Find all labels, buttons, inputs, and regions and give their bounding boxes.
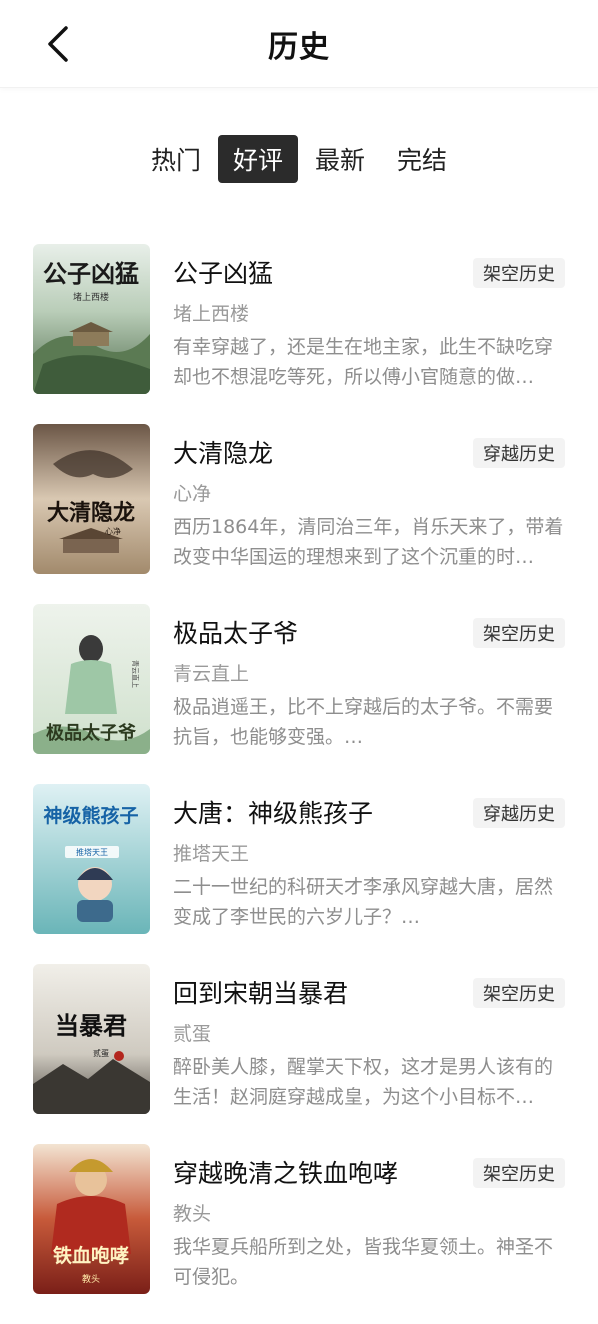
book-cover[interactable]: 当暴君 贰蛋 bbox=[33, 964, 150, 1114]
book-title[interactable]: 极品太子爷 bbox=[173, 614, 298, 650]
cover-author: 堵上西楼 bbox=[73, 291, 109, 303]
book-description: 我华夏兵船所到之处，皆我华夏领土。神圣不可侵犯。 bbox=[173, 1236, 554, 1288]
cover-title: 铁血咆哮 bbox=[53, 1244, 129, 1267]
book-description: 醉卧美人膝，醒掌天下权，这才是男人该有的生活！赵洞庭穿越成皇，为这个小目标不… bbox=[173, 1056, 554, 1108]
tab-hot[interactable]: 热门 bbox=[136, 135, 216, 183]
cover-title: 大清隐龙 bbox=[47, 500, 135, 526]
category-tag: 架空历史 bbox=[473, 258, 565, 288]
category-tag: 穿越历史 bbox=[473, 798, 565, 828]
book-item-chuanyue[interactable]: 铁血咆哮 教头 穿越晚清之铁血咆哮 架空历史 教头 我华夏兵船所到之处，皆我华夏… bbox=[0, 1144, 598, 1324]
cover-author: 推塔天王 bbox=[76, 847, 108, 857]
filter-tabs: 热门 好评 最新 完结 bbox=[0, 135, 598, 185]
tab-top-rated[interactable]: 好评 bbox=[217, 135, 298, 183]
page-title: 历史 bbox=[268, 30, 330, 65]
app-header: 历史 bbox=[0, 0, 598, 88]
book-author: 教头 bbox=[173, 1203, 212, 1225]
book-description: 极品逍遥王，比不上穿越后的太子爷。不需要抗旨，也能够变强。… bbox=[173, 696, 554, 748]
book-cover[interactable]: 神级熊孩子 推塔天王 bbox=[33, 784, 150, 934]
book-author: 堵上西楼 bbox=[173, 303, 250, 325]
category-tag: 穿越历史 bbox=[473, 438, 565, 468]
book-description: 二十一世纪的科研天才李承风穿越大唐，居然变成了李世民的六岁儿子？… bbox=[173, 876, 554, 928]
book-author: 贰蛋 bbox=[173, 1023, 212, 1045]
tab-latest[interactable]: 最新 bbox=[300, 135, 380, 183]
book-author: 推塔天王 bbox=[173, 843, 250, 865]
book-item-huidao[interactable]: 当暴君 贰蛋 回到宋朝当暴君 架空历史 贰蛋 醉卧美人膝，醒掌天下权，这才是男人… bbox=[0, 964, 598, 1144]
cover-author: 青云直上 bbox=[131, 660, 140, 688]
cover-title: 神级熊孩子 bbox=[43, 804, 138, 827]
tab-completed[interactable]: 完结 bbox=[382, 135, 462, 183]
book-title[interactable]: 大唐：神级熊孩子 bbox=[173, 794, 373, 830]
book-author: 青云直上 bbox=[173, 663, 250, 685]
category-tag: 架空历史 bbox=[473, 618, 565, 648]
book-title[interactable]: 穿越晚清之铁血咆哮 bbox=[173, 1154, 398, 1190]
book-cover[interactable]: 极品太子爷 青云直上 bbox=[33, 604, 150, 754]
book-item-datang[interactable]: 神级熊孩子 推塔天王 大唐：神级熊孩子 穿越历史 推塔天王 二十一世纪的科研天才… bbox=[0, 784, 598, 964]
cover-author: 心净 bbox=[105, 526, 121, 536]
book-title[interactable]: 大清隐龙 bbox=[173, 434, 273, 470]
book-cover[interactable]: 铁血咆哮 教头 bbox=[33, 1144, 150, 1294]
cover-author: 贰蛋 bbox=[93, 1048, 109, 1058]
cover-title: 极品太子爷 bbox=[46, 722, 137, 744]
book-item-jipin[interactable]: 极品太子爷 青云直上 极品太子爷 架空历史 青云直上 极品逍遥王，比不上穿越后的… bbox=[0, 604, 598, 784]
book-description: 西历1864年，清同治三年，肖乐天来了，带着改变中华国运的理想来到了这个沉重的时… bbox=[173, 516, 564, 568]
book-list: 公子凶猛 堵上西楼 公子凶猛 架空历史 堵上西楼 有幸穿越了，还是生在地主家，此… bbox=[0, 244, 598, 1324]
cover-author: 教头 bbox=[82, 1273, 100, 1285]
cover-title: 当暴君 bbox=[55, 1011, 127, 1040]
cover-title: 公子凶猛 bbox=[43, 259, 139, 288]
book-cover[interactable]: 公子凶猛 堵上西楼 bbox=[33, 244, 150, 394]
book-title[interactable]: 公子凶猛 bbox=[173, 254, 273, 290]
book-title[interactable]: 回到宋朝当暴君 bbox=[173, 974, 348, 1010]
category-tag: 架空历史 bbox=[473, 1158, 565, 1188]
book-item-gongzi[interactable]: 公子凶猛 堵上西楼 公子凶猛 架空历史 堵上西楼 有幸穿越了，还是生在地主家，此… bbox=[0, 244, 598, 424]
category-tag: 架空历史 bbox=[473, 978, 565, 1008]
book-author: 心净 bbox=[173, 483, 212, 505]
book-description: 有幸穿越了，还是生在地主家，此生不缺吃穿却也不想混吃等死，所以傅小官随意的做… bbox=[173, 336, 554, 388]
book-item-daqing[interactable]: 大清隐龙 心净 大清隐龙 穿越历史 心净 西历1864年，清同治三年，肖乐天来了… bbox=[0, 424, 598, 604]
book-cover[interactable]: 大清隐龙 心净 bbox=[33, 424, 150, 574]
